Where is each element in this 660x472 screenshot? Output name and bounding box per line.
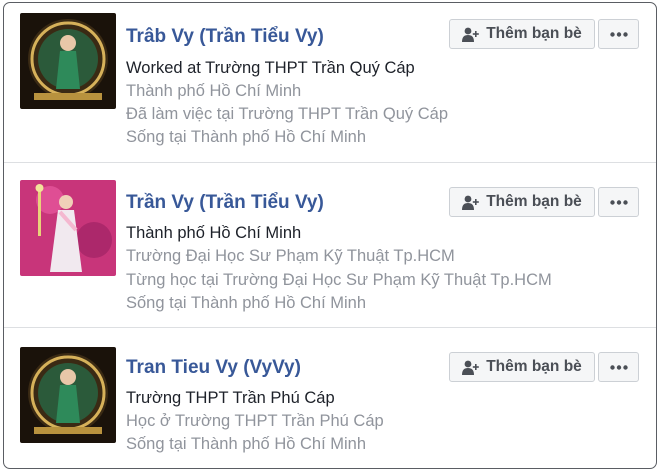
profile-name-link[interactable]: Trần Vy (Trần Tiểu Vy) [126, 192, 324, 214]
profile-photo-image [20, 347, 116, 443]
ellipsis-icon [609, 31, 628, 37]
result-item: Tran Tieu Vy (VyVy) Trường THPT Trần Phú… [4, 328, 656, 468]
add-friend-icon [462, 195, 479, 210]
ellipsis-icon [609, 199, 628, 205]
result-info-line: Đã làm việc tại Trường THPT Trần Quý Cáp [126, 105, 449, 123]
profile-photo[interactable] [20, 13, 116, 109]
profile-photo[interactable] [20, 180, 116, 276]
result-item: Trần Vy (Trần Tiểu Vy) Thành phố Hồ Chí … [4, 163, 656, 328]
result-info-line: Thành phố Hồ Chí Minh [126, 224, 302, 242]
add-friend-icon [462, 360, 479, 375]
profile-name-link[interactable]: Trâb Vy (Trần Tiểu Vy) [126, 26, 324, 48]
add-friend-button[interactable]: Thêm bạn bè [449, 19, 595, 49]
add-friend-label: Thêm bạn bè [486, 358, 582, 375]
add-friend-label: Thêm bạn bè [486, 25, 582, 42]
add-friend-icon [462, 27, 479, 42]
result-info-line: Thành phố Hồ Chí Minh [126, 82, 302, 100]
result-info-line: Trường Đại Học Sư Phạm Kỹ Thuật Tp.HCM [126, 247, 455, 265]
profile-photo[interactable] [20, 347, 116, 443]
add-friend-button[interactable]: Thêm bạn bè [449, 187, 595, 217]
result-info-line: Sống tại Thành phố Hồ Chí Minh [126, 128, 367, 146]
result-item: Trâb Vy (Trần Tiểu Vy) Worked at Trường … [4, 3, 656, 163]
result-info-line: Sống tại Thành phố Hồ Chí Minh [126, 435, 367, 453]
profile-name-link[interactable]: Tran Tieu Vy (VyVy) [126, 357, 301, 379]
add-friend-button[interactable]: Thêm bạn bè [449, 352, 595, 382]
more-options-button[interactable] [598, 352, 639, 382]
profile-photo-image [20, 13, 116, 109]
add-friend-label: Thêm bạn bè [486, 193, 582, 210]
more-options-button[interactable] [598, 187, 639, 217]
search-results-panel: Trâb Vy (Trần Tiểu Vy) Worked at Trường … [3, 2, 657, 469]
result-info-line: Từng học tại Trường Đại Học Sư Phạm Kỹ T… [126, 271, 552, 289]
ellipsis-icon [609, 364, 628, 370]
profile-photo-image [20, 180, 116, 276]
result-info-line: Học ở Trường THPT Trần Phú Cáp [126, 412, 384, 430]
result-info-line: Trường THPT Trần Phú Cáp [126, 389, 335, 407]
more-options-button[interactable] [598, 19, 639, 49]
result-info-line: Worked at Trường THPT Trần Quý Cáp [126, 59, 415, 77]
result-info-line: Sống tại Thành phố Hồ Chí Minh [126, 294, 367, 312]
